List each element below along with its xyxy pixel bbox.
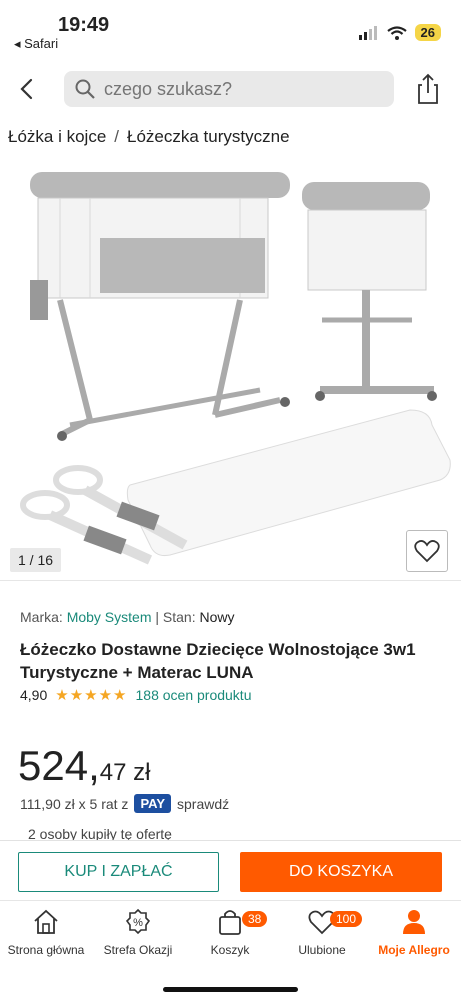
search-bar[interactable] bbox=[64, 71, 394, 107]
condition-label: Stan: bbox=[162, 609, 196, 625]
breadcrumb: Łóżka i kojce / Łóżeczka turystyczne bbox=[8, 127, 290, 147]
tab-deals-label: Strefa Okazji bbox=[103, 943, 173, 957]
back-arrow-icon[interactable] bbox=[14, 72, 40, 106]
tab-bar: Strona główna % Strefa Okazji Koszyk 38 … bbox=[0, 900, 461, 1000]
wifi-icon bbox=[386, 25, 407, 40]
breadcrumb-item-travel-cots[interactable]: Łóżeczka turystyczne bbox=[127, 127, 290, 146]
add-to-favorites-button[interactable] bbox=[406, 530, 448, 572]
home-indicator bbox=[163, 987, 298, 992]
tab-my-allegro[interactable]: Moje Allegro bbox=[368, 907, 460, 957]
product-meta: Marka: Moby System | Stan: Nowy bbox=[20, 609, 235, 625]
condition-value: Nowy bbox=[199, 609, 235, 625]
price-decimal: 47 zł bbox=[99, 759, 151, 786]
rating-stars: ★★★★★ bbox=[55, 687, 128, 704]
status-time: 19:49 bbox=[58, 14, 110, 36]
tab-my-allegro-label: Moje Allegro bbox=[378, 943, 450, 957]
product-title: Łóżeczko Dostawne Dziecięce Wolnostojące… bbox=[20, 640, 416, 682]
image-counter: 1 / 16 bbox=[10, 548, 62, 572]
battery-indicator: 26 bbox=[414, 24, 441, 41]
installment-check-link[interactable]: sprawdź bbox=[177, 796, 229, 812]
mattress-illustration bbox=[126, 409, 451, 556]
tab-home-label: Strona główna bbox=[7, 943, 85, 957]
search-input[interactable] bbox=[102, 77, 386, 101]
top-bar bbox=[0, 64, 461, 114]
svg-text:%: % bbox=[133, 917, 143, 929]
crib-illustration bbox=[30, 172, 290, 441]
tab-cart[interactable]: Koszyk 38 bbox=[184, 907, 276, 957]
reviews-link[interactable]: 188 ocen produktu bbox=[136, 687, 252, 703]
favorites-badge: 100 bbox=[330, 911, 363, 927]
action-bar: KUP I ZAPŁAĆ DO KOSZYKA bbox=[0, 840, 461, 901]
search-icon bbox=[75, 79, 95, 99]
meta-separator: | bbox=[155, 609, 160, 625]
installment-row[interactable]: 111,90 zł x 5 rat z PAY sprawdź bbox=[20, 794, 229, 813]
rating-value: 4,90 bbox=[20, 687, 48, 703]
brand-label: Marka: bbox=[20, 609, 63, 625]
person-icon bbox=[403, 910, 425, 934]
product-gallery[interactable]: 1 / 16 bbox=[0, 160, 461, 581]
bag-icon bbox=[219, 910, 241, 935]
share-icon[interactable] bbox=[414, 72, 442, 106]
breadcrumb-item-beds[interactable]: Łóżka i kojce bbox=[8, 127, 106, 146]
cart-badge: 38 bbox=[242, 911, 268, 927]
add-to-cart-button[interactable]: DO KOSZYKA bbox=[240, 852, 442, 892]
price: 524,47 zł bbox=[18, 742, 150, 790]
back-to-app-link[interactable]: ◂ Safari bbox=[14, 36, 58, 52]
brand-link[interactable]: Moby System bbox=[67, 609, 152, 625]
installment-text: 111,90 zł x 5 rat z bbox=[20, 795, 129, 812]
buy-now-button[interactable]: KUP I ZAPŁAĆ bbox=[18, 852, 219, 892]
signal-icon bbox=[358, 25, 377, 40]
product-image bbox=[20, 172, 451, 565]
tab-deals[interactable]: % Strefa Okazji bbox=[92, 907, 184, 957]
tab-favorites[interactable]: Ulubione 100 bbox=[276, 907, 368, 957]
heart-icon bbox=[414, 540, 440, 563]
tab-home[interactable]: Strona główna bbox=[0, 907, 92, 957]
home-icon bbox=[34, 909, 58, 934]
percent-tag-icon: % bbox=[125, 908, 151, 935]
rating-row[interactable]: 4,90 ★★★★★ 188 ocen produktu bbox=[20, 686, 251, 704]
breadcrumb-separator: / bbox=[114, 127, 120, 146]
crib-small-illustration bbox=[302, 182, 437, 401]
tab-cart-label: Koszyk bbox=[210, 943, 250, 957]
pay-badge: PAY bbox=[134, 794, 172, 813]
tab-favorites-label: Ulubione bbox=[298, 943, 346, 957]
status-bar: 19:49 ◂ Safari 26 bbox=[0, 0, 461, 56]
price-main: 524, bbox=[18, 742, 100, 789]
